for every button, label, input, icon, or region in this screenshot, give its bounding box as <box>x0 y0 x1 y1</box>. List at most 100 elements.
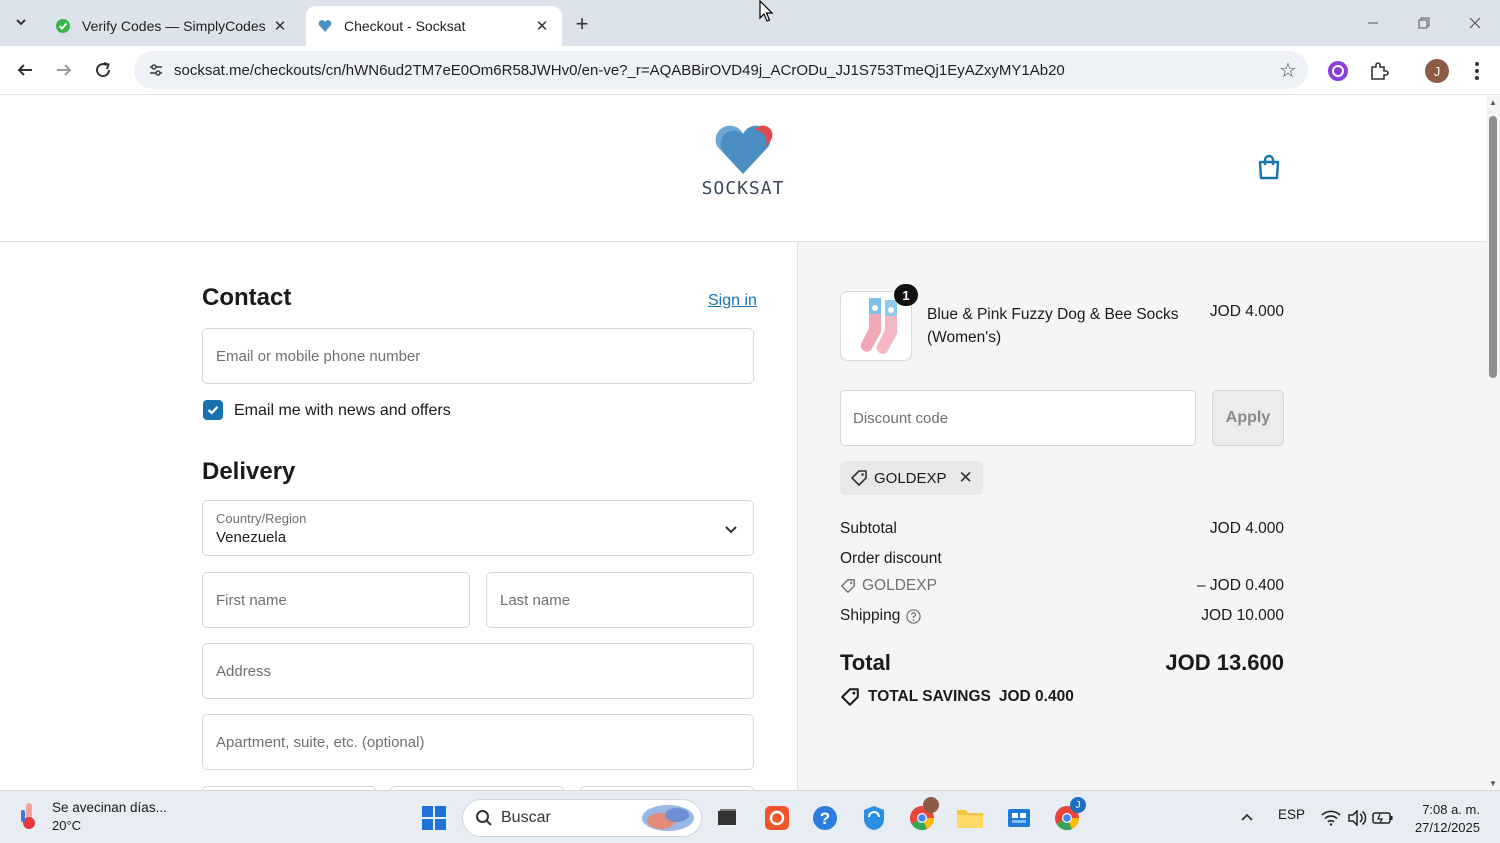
task-view-icon <box>718 809 736 825</box>
tab-checkout[interactable]: Checkout - Socksat ✕ <box>306 6 562 46</box>
last-name-placeholder: Last name <box>500 592 571 609</box>
browser-menu-button[interactable] <box>1462 56 1492 86</box>
last-name-field[interactable]: Last name <box>486 572 754 628</box>
tab-title: Checkout - Socksat <box>344 18 466 34</box>
contact-heading: Contact <box>202 284 292 311</box>
address-bar[interactable]: socksat.me/checkouts/cn/hWN6ud2TM7eE0Om6… <box>134 51 1308 89</box>
reload-button[interactable] <box>88 55 118 85</box>
forward-button[interactable] <box>49 55 79 85</box>
restore-button[interactable] <box>1401 8 1447 38</box>
help-circle-icon[interactable] <box>906 608 921 624</box>
chrome-badge: J <box>1070 797 1086 813</box>
taskbar-app-desktop[interactable] <box>710 801 744 835</box>
store-logo[interactable]: SOCKSAT <box>700 124 786 208</box>
checkout-page: SOCKSAT Contact Sign in Email or mobile … <box>0 96 1486 790</box>
show-hidden-icons-button[interactable] <box>1230 801 1264 835</box>
scroll-up-icon[interactable]: ▲ <box>1488 98 1498 107</box>
page-scrollbar[interactable]: ▲ ▼ <box>1486 96 1500 790</box>
first-name-placeholder: First name <box>216 592 287 609</box>
site-info-icon[interactable] <box>138 61 174 79</box>
browser-toolbar: socksat.me/checkouts/cn/hWN6ud2TM7eE0Om6… <box>0 46 1500 95</box>
checkmark-icon <box>207 406 219 415</box>
scrollbar-thumb[interactable] <box>1489 116 1497 378</box>
address-field[interactable]: Address <box>202 643 754 699</box>
order-discount-row: Order discount <box>840 550 1284 568</box>
start-button[interactable] <box>417 801 451 835</box>
email-field[interactable]: Email or mobile phone number <box>202 328 754 384</box>
taskbar-app-pdf[interactable] <box>760 801 794 835</box>
temperature: 20°C <box>52 818 82 833</box>
weather-widget[interactable]: Se avecinan días... 20°C <box>18 800 167 833</box>
cart-button[interactable] <box>1254 152 1284 182</box>
forward-arrow-icon <box>57 64 72 76</box>
first-name-field[interactable]: First name <box>202 572 470 628</box>
taskbar-search[interactable]: Buscar <box>462 799 702 837</box>
bookmark-star-icon[interactable]: ☆ <box>1268 58 1308 83</box>
discount-code-label: GOLDEXP <box>862 577 937 594</box>
apartment-field[interactable]: Apartment, suite, etc. (optional) <box>202 714 754 770</box>
extension-button[interactable] <box>1323 56 1353 86</box>
svg-text:?: ? <box>820 809 830 828</box>
taskbar-app-chrome[interactable]: J <box>1050 797 1086 835</box>
battery-button[interactable] <box>1366 801 1400 835</box>
profile-button[interactable]: J <box>1422 56 1452 86</box>
taskbar-app-help[interactable]: ? <box>808 801 842 835</box>
close-tab-icon[interactable]: ✕ <box>270 16 290 36</box>
puzzle-icon <box>1371 62 1389 80</box>
back-button[interactable] <box>10 55 40 85</box>
subtotal-value: JOD 4.000 <box>1209 520 1284 537</box>
tab-simplycodes[interactable]: Verify Codes — SimplyCodes ✕ <box>44 6 300 46</box>
system-clock[interactable]: 7:08 a. m. 27/12/2025 <box>1402 801 1480 837</box>
close-tab-icon[interactable]: ✕ <box>532 16 552 36</box>
scroll-down-icon[interactable]: ▼ <box>1488 779 1498 788</box>
checkout-form: Contact Sign in Email or mobile phone nu… <box>0 242 797 790</box>
total-row: Total JOD 13.600 <box>840 650 1284 676</box>
weather-text: Se avecinan días... <box>52 800 167 815</box>
windows-logo-icon <box>422 806 446 830</box>
apartment-placeholder: Apartment, suite, etc. (optional) <box>216 734 425 751</box>
country-label: Country/Region <box>216 511 307 526</box>
folder-icon <box>957 810 983 828</box>
taskbar-app-edge[interactable] <box>857 801 891 835</box>
taskbar-app-store[interactable] <box>1002 801 1036 835</box>
clock-date: 27/12/2025 <box>1414 820 1480 835</box>
mouse-cursor-icon <box>759 0 773 22</box>
newsletter-checkbox[interactable] <box>203 400 223 420</box>
extension-logo-icon <box>1328 61 1348 81</box>
search-placeholder: Buscar <box>501 809 551 826</box>
extensions-menu-button[interactable] <box>1364 56 1394 86</box>
minimize-icon <box>1368 22 1378 24</box>
language-indicator[interactable]: ESP <box>1278 807 1305 822</box>
simplycodes-favicon-icon <box>54 17 72 35</box>
profile-badge <box>923 797 939 813</box>
minimize-button[interactable] <box>1350 8 1396 38</box>
tab-search-button[interactable] <box>6 8 36 36</box>
tag-icon <box>841 688 859 706</box>
close-icon <box>1469 17 1481 29</box>
tag-icon <box>851 470 867 486</box>
total-label: Total <box>840 650 891 675</box>
applied-discount-chip: GOLDEXP ✕ <box>840 461 983 495</box>
search-highlight-icon <box>642 805 694 831</box>
sign-in-link[interactable]: Sign in <box>708 292 757 310</box>
taskbar-app-chrome-profile[interactable] <box>905 797 939 835</box>
applied-discount-code: GOLDEXP <box>874 469 947 487</box>
discount-code-field[interactable]: Discount code <box>840 390 1196 446</box>
subtotal-row: Subtotal JOD 4.000 <box>840 520 1284 538</box>
chevron-down-icon <box>725 526 737 534</box>
savings-label: TOTAL SAVINGS <box>868 688 991 705</box>
store-icon <box>1008 809 1030 827</box>
country-select[interactable]: Country/Region Venezuela <box>202 500 754 556</box>
speaker-icon <box>1348 810 1367 826</box>
new-tab-button[interactable]: + <box>568 10 596 38</box>
product-name: Blue & Pink Fuzzy Dog & Bee Socks (Women… <box>927 306 1179 346</box>
taskbar-app-explorer[interactable] <box>953 801 987 835</box>
address-placeholder: Address <box>216 663 272 680</box>
remove-discount-icon[interactable]: ✕ <box>959 468 973 488</box>
shipping-value: JOD 10.000 <box>1201 607 1284 624</box>
search-icon <box>476 810 492 826</box>
chevron-up-icon <box>1241 813 1253 821</box>
close-window-button[interactable] <box>1452 8 1498 38</box>
apply-discount-button[interactable]: Apply <box>1212 390 1284 446</box>
tab-title: Verify Codes — SimplyCodes <box>82 18 266 34</box>
